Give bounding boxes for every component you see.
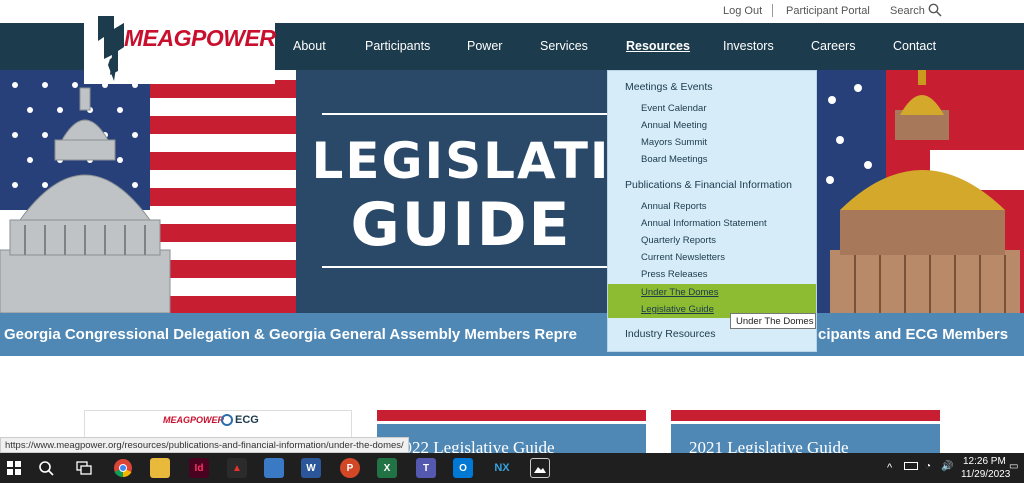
card1-logo-ecg: ECG (235, 414, 259, 426)
search-icon[interactable] (928, 3, 942, 22)
dropdown-link-event-calendar[interactable]: Event Calendar (641, 103, 706, 114)
logout-link[interactable]: Log Out (723, 5, 762, 17)
search-taskbar-icon[interactable] (36, 458, 56, 478)
hover-tooltip: Under The Domes (730, 313, 816, 329)
nav-contact[interactable]: Contact (893, 39, 936, 53)
volume-icon[interactable]: 🔊 (941, 461, 953, 472)
status-bar-url: https://www.meagpower.org/resources/publ… (0, 437, 409, 453)
excel-icon[interactable]: X (377, 458, 397, 478)
banner-text-right: cipants and ECG Members (818, 326, 1009, 343)
search-link[interactable]: Search (890, 5, 925, 17)
nav-services[interactable]: Services (540, 39, 588, 53)
nav-participants[interactable]: Participants (365, 39, 430, 53)
teams-icon[interactable]: T (416, 458, 436, 478)
card2-top-band (377, 410, 646, 424)
hero-title-line2: GUIDE (350, 190, 572, 260)
resources-dropdown: Meetings & Events Event Calendar Annual … (607, 70, 817, 352)
dropdown-section-industry-resources[interactable]: Industry Resources (625, 328, 715, 340)
dropdown-link-annual-meeting[interactable]: Annual Meeting (641, 120, 707, 131)
dropdown-section-meetings[interactable]: Meetings & Events (625, 81, 713, 93)
indesign-icon[interactable]: Id (189, 458, 209, 478)
util-separator (772, 4, 773, 17)
taskbar-date[interactable]: 11/29/2023 (961, 469, 1010, 480)
card3-top-band (671, 410, 940, 424)
meag-logo[interactable]: MEAGPOWER (84, 15, 276, 84)
subtitle-banner: Georgia Congressional Delegation & Georg… (0, 313, 1024, 356)
windows-taskbar: Id ▲ W P X T O NX ^ ◔ 🔊 12:26 PM 11/29/2… (0, 453, 1024, 483)
ecg-logo-icon (221, 414, 233, 426)
powerpoint-icon[interactable]: P (340, 458, 360, 478)
hero-title-line1: LEGISLATI (311, 132, 611, 190)
logo-text: MEAGPOWER (124, 25, 276, 51)
tray-chevron-icon[interactable]: ^ (887, 462, 892, 474)
taskbar-time[interactable]: 12:26 PM (963, 456, 1006, 467)
file-explorer-icon[interactable] (150, 458, 170, 478)
nav-about[interactable]: About (293, 39, 326, 53)
acrobat-icon[interactable]: ▲ (227, 458, 247, 478)
nav-investors[interactable]: Investors (723, 39, 774, 53)
dropdown-link-annual-reports[interactable]: Annual Reports (641, 201, 706, 212)
dropdown-link-quarterly-reports[interactable]: Quarterly Reports (641, 235, 716, 246)
nav-careers[interactable]: Careers (811, 39, 855, 53)
photos-icon[interactable] (530, 458, 550, 478)
word-icon[interactable]: W (301, 458, 321, 478)
windows-start-icon[interactable] (4, 458, 24, 478)
notification-icon[interactable]: ▭ (1009, 461, 1018, 472)
outlook-icon[interactable]: O (453, 458, 473, 478)
banner-text-left: Georgia Congressional Delegation & Georg… (4, 326, 577, 343)
wifi-icon[interactable]: ◔ (925, 461, 931, 472)
dropdown-link-under-the-domes[interactable]: Under The Domes (641, 287, 718, 298)
nav-power[interactable]: Power (467, 39, 502, 53)
browser-viewport: Log Out Participant Portal Search About … (0, 0, 1024, 483)
dropdown-link-mayors-summit[interactable]: Mayors Summit (641, 137, 707, 148)
app-blue-icon[interactable] (264, 458, 284, 478)
card1-logo-meag: MEAGPOWER (163, 415, 225, 425)
nx-icon[interactable]: NX (492, 458, 512, 478)
hero-image: LEGISLATI GUIDE (0, 70, 1024, 313)
dropdown-section-publications[interactable]: Publications & Financial Information (625, 179, 792, 191)
dropdown-link-board-meetings[interactable]: Board Meetings (641, 154, 708, 165)
dropdown-link-current-newsletters[interactable]: Current Newsletters (641, 252, 725, 263)
dropdown-link-press-releases[interactable]: Press Releases (641, 269, 708, 280)
nav-resources[interactable]: Resources (626, 39, 690, 53)
battery-icon[interactable] (904, 462, 918, 470)
dropdown-link-annual-information-statement[interactable]: Annual Information Statement (641, 218, 767, 229)
task-view-icon[interactable] (74, 458, 94, 478)
chrome-icon[interactable] (113, 458, 133, 478)
dropdown-link-legislative-guide[interactable]: Legislative Guide (641, 304, 714, 315)
participant-portal-link[interactable]: Participant Portal (786, 5, 870, 17)
